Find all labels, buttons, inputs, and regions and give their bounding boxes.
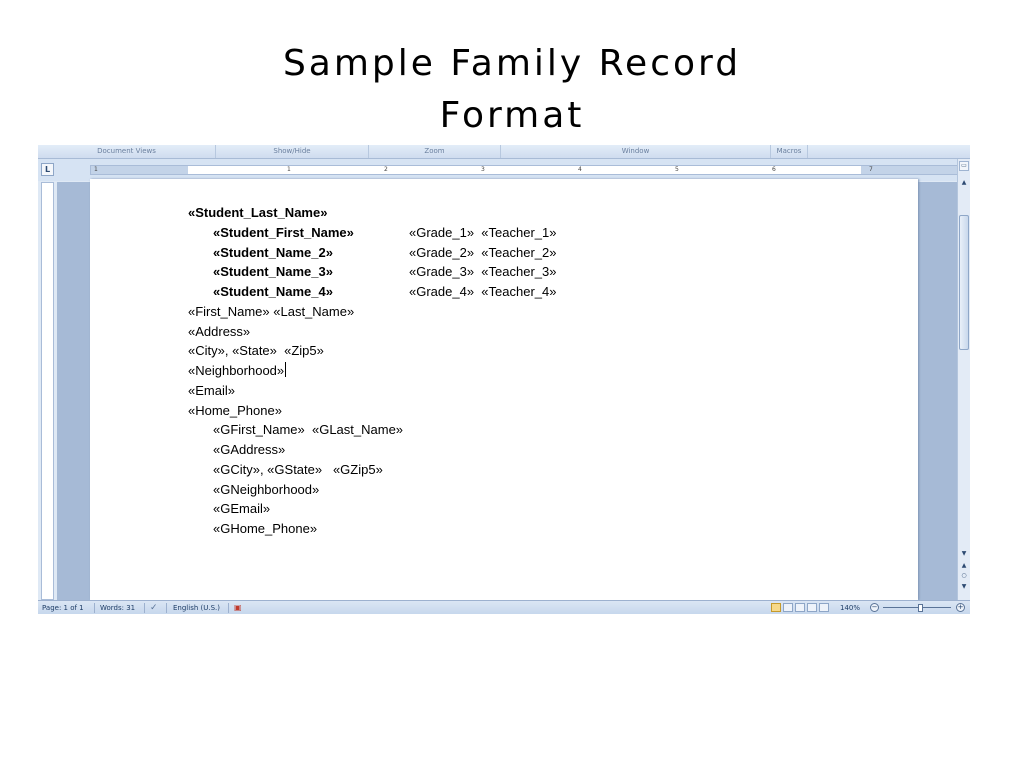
zoom-out-button[interactable]: − xyxy=(870,603,879,612)
status-divider xyxy=(144,603,145,613)
text-cursor xyxy=(285,362,287,377)
ribbon-group-labels: Document Views Show/Hide Zoom Window Mac… xyxy=(38,145,970,159)
slide-title-line-1: Sample Family Record xyxy=(282,43,742,84)
ruler-tick: 1 xyxy=(287,166,291,173)
document-page[interactable]: «Student_Last_Name» «Student_First_Name»… xyxy=(90,179,918,600)
parent-name-field[interactable]: «First_Name» «Last_Name» xyxy=(188,302,556,322)
ribbon-group-show-hide[interactable]: Show/Hide xyxy=(216,145,369,158)
word-count[interactable]: Words: 31 xyxy=(100,601,135,614)
previous-page-icon[interactable]: ▲ xyxy=(960,562,968,570)
ruler-tick: 6 xyxy=(772,166,776,173)
guardian-name-field[interactable]: «GFirst_Name» «GLast_Name» xyxy=(188,420,556,440)
vertical-ruler[interactable] xyxy=(41,182,54,600)
ruler-left-margin xyxy=(91,166,188,174)
city-state-zip-field[interactable]: «City», «State» «Zip5» xyxy=(188,341,556,361)
teacher-field[interactable]: «Teacher_4» xyxy=(481,284,556,299)
status-divider xyxy=(166,603,167,613)
word-window: Document Views Show/Hide Zoom Window Mac… xyxy=(38,145,970,614)
status-bar: Page: 1 of 1 Words: 31 ✓ English (U.S.) … xyxy=(38,600,970,614)
ruler-right-margin xyxy=(861,166,957,174)
page-count[interactable]: Page: 1 of 1 xyxy=(42,601,84,614)
ruler-tick: 2 xyxy=(384,166,388,173)
student-name-field[interactable]: «Student_Name_3» xyxy=(213,262,409,282)
zoom-slider-track[interactable] xyxy=(883,607,951,608)
ribbon-group-empty xyxy=(808,145,970,158)
print-layout-view-button[interactable] xyxy=(771,603,781,612)
ruler-tick: 4 xyxy=(578,166,582,173)
full-screen-reading-view-button[interactable] xyxy=(783,603,793,612)
guardian-email-field[interactable]: «GEmail» xyxy=(188,499,556,519)
student-name-field[interactable]: «Student_First_Name» xyxy=(213,223,409,243)
student-last-name-field[interactable]: «Student_Last_Name» xyxy=(188,203,556,223)
document-text[interactable]: «Student_Last_Name» «Student_First_Name»… xyxy=(188,203,556,539)
slide-title-line-2: Format xyxy=(439,95,585,136)
ruler-tick: 3 xyxy=(481,166,485,173)
ribbon-group-window[interactable]: Window xyxy=(501,145,771,158)
tab-selector-button[interactable]: L xyxy=(41,163,54,176)
grade-field[interactable]: «Grade_2» xyxy=(409,245,474,260)
guardian-neighborhood-field[interactable]: «GNeighborhood» xyxy=(188,480,556,500)
student-row: «Student_Name_2» «Grade_2» «Teacher_2» xyxy=(188,243,556,263)
language-indicator[interactable]: English (U.S.) xyxy=(173,601,220,614)
status-divider xyxy=(228,603,229,613)
teacher-field[interactable]: «Teacher_3» xyxy=(481,264,556,279)
guardian-home-phone-field[interactable]: «GHome_Phone» xyxy=(188,519,556,539)
document-area: «Student_Last_Name» «Student_First_Name»… xyxy=(57,179,959,600)
web-layout-view-button[interactable] xyxy=(795,603,805,612)
browse-object-icon[interactable]: ○ xyxy=(960,572,968,580)
neighborhood-field[interactable]: «Neighborhood» xyxy=(188,363,284,378)
ruler-tick: 1 xyxy=(94,166,98,173)
neighborhood-line: «Neighborhood» xyxy=(188,361,556,381)
horizontal-ruler[interactable]: 1 1 2 3 4 5 6 7 xyxy=(90,165,958,175)
ruler-row: L 1 1 2 3 4 5 6 7 xyxy=(38,159,970,181)
teacher-field[interactable]: «Teacher_2» xyxy=(481,245,556,260)
ribbon-group-macros[interactable]: Macros xyxy=(771,145,808,158)
scroll-up-icon[interactable]: ▲ xyxy=(960,179,968,187)
email-field[interactable]: «Email» xyxy=(188,381,556,401)
ruler-tick: 7 xyxy=(869,166,873,173)
zoom-in-button[interactable]: + xyxy=(956,603,965,612)
scroll-down-icon[interactable]: ▼ xyxy=(960,550,968,558)
student-name-field[interactable]: «Student_Name_2» xyxy=(213,243,409,263)
student-row: «Student_Name_4» «Grade_4» «Teacher_4» xyxy=(188,282,556,302)
outline-view-button[interactable] xyxy=(807,603,817,612)
student-name-field[interactable]: «Student_Name_4» xyxy=(213,282,409,302)
next-page-icon[interactable]: ▼ xyxy=(960,583,968,591)
ribbon-group-document-views[interactable]: Document Views xyxy=(38,145,216,158)
status-divider xyxy=(94,603,95,613)
slide-title: Sample Family Record Format xyxy=(0,38,1024,142)
guardian-city-state-zip-field[interactable]: «GCity», «GState» «GZip5» xyxy=(188,460,556,480)
guardian-address-field[interactable]: «GAddress» xyxy=(188,440,556,460)
zoom-level[interactable]: 140% xyxy=(840,601,860,614)
student-row: «Student_First_Name» «Grade_1» «Teacher_1… xyxy=(188,223,556,243)
draft-view-button[interactable] xyxy=(819,603,829,612)
home-phone-field[interactable]: «Home_Phone» xyxy=(188,401,556,421)
zoom-slider-thumb[interactable] xyxy=(918,604,923,612)
vertical-scrollbar[interactable]: ▭ ▲ ▼ ▲ ○ ▼ xyxy=(957,159,970,600)
ruler-toggle-icon[interactable]: ▭ xyxy=(959,161,969,171)
address-field[interactable]: «Address» xyxy=(188,322,556,342)
ribbon-group-zoom[interactable]: Zoom xyxy=(369,145,501,158)
scrollbar-thumb[interactable] xyxy=(959,215,969,350)
grade-field[interactable]: «Grade_3» xyxy=(409,264,474,279)
ruler-tick: 5 xyxy=(675,166,679,173)
proofing-icon[interactable]: ✓ xyxy=(150,601,158,614)
grade-field[interactable]: «Grade_1» xyxy=(409,225,474,240)
macro-record-icon[interactable]: ▣ xyxy=(234,601,242,614)
grade-field[interactable]: «Grade_4» xyxy=(409,284,474,299)
teacher-field[interactable]: «Teacher_1» xyxy=(481,225,556,240)
student-row: «Student_Name_3» «Grade_3» «Teacher_3» xyxy=(188,262,556,282)
